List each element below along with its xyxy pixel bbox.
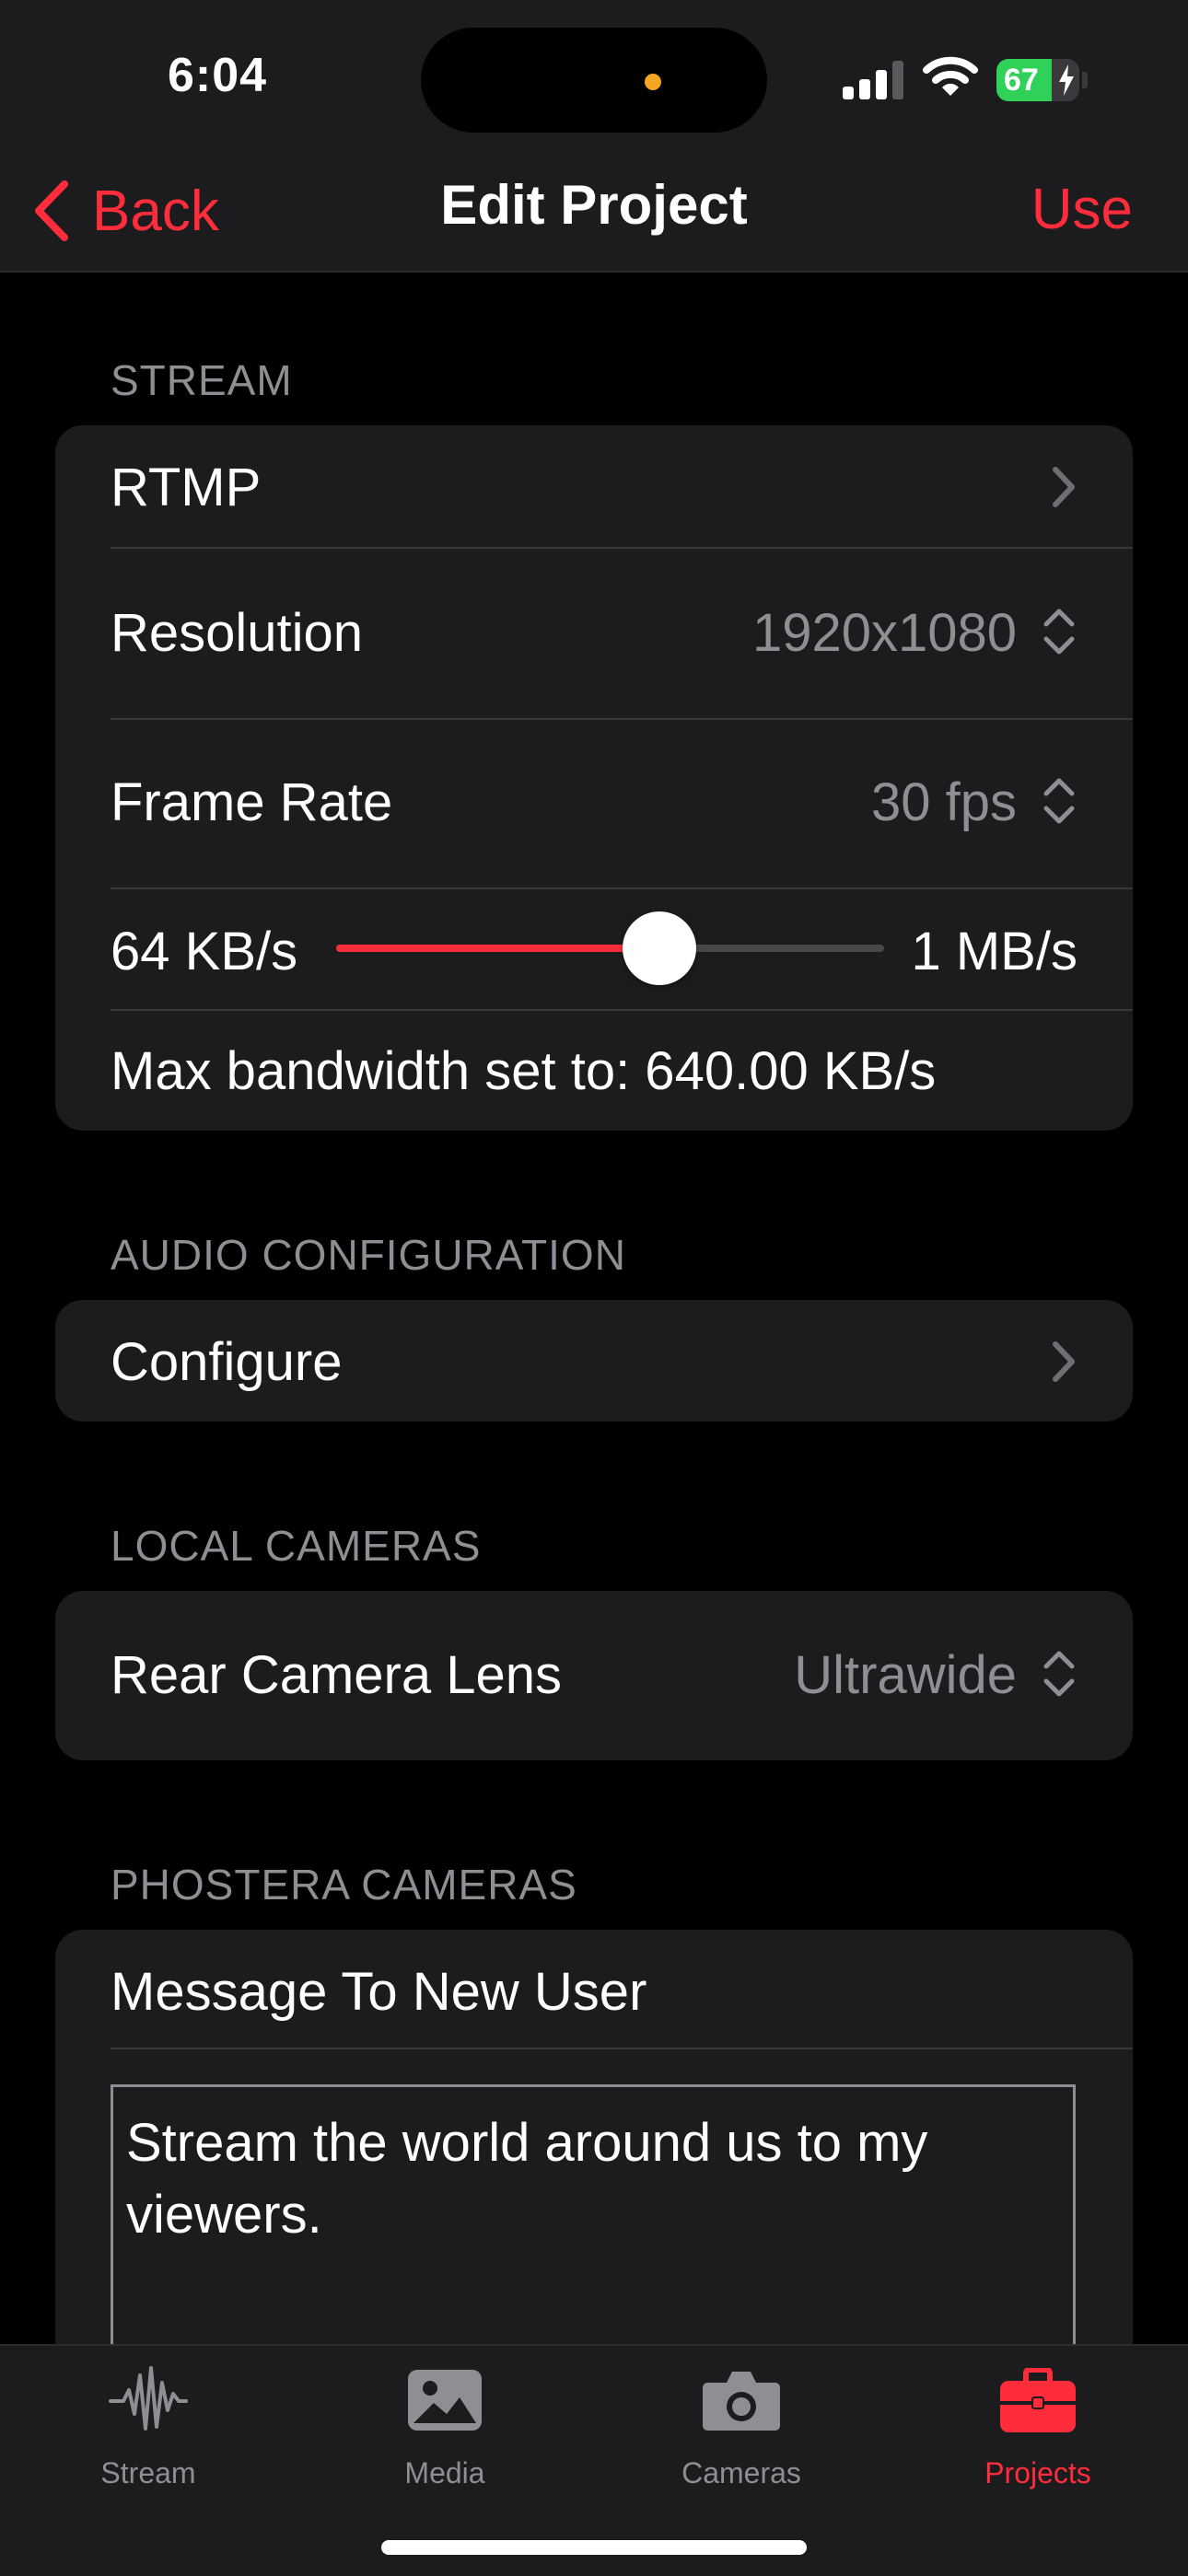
dynamic-island: [421, 28, 767, 133]
battery-icon: 67: [996, 59, 1079, 101]
battery-nub: [1082, 72, 1088, 88]
tab-cameras[interactable]: Cameras: [593, 2346, 890, 2493]
resolution-row[interactable]: Resolution 1920x1080: [55, 549, 1133, 718]
frame-rate-row[interactable]: Frame Rate 30 fps: [55, 720, 1133, 888]
section-header-local-cameras: LOCAL CAMERAS: [111, 1522, 482, 1570]
tab-label: Projects: [984, 2456, 1091, 2489]
chevron-up-down-icon: [1043, 1651, 1075, 1697]
audio-card: Configure: [55, 1300, 1133, 1421]
chevron-up-down-icon: [1043, 778, 1075, 824]
wifi-icon: [923, 56, 978, 96]
bandwidth-status-row: Max bandwidth set to: 640.00 KB/s: [55, 1011, 1133, 1131]
section-header-audio: AUDIO CONFIGURATION: [111, 1231, 626, 1279]
tab-projects[interactable]: Projects: [890, 2346, 1186, 2493]
rtmp-row[interactable]: RTMP: [55, 425, 1133, 547]
bandwidth-max-label: 1 MB/s: [911, 922, 1078, 981]
page-title: Edit Project: [440, 174, 748, 236]
chevron-right-icon: [1053, 467, 1075, 507]
rear-camera-lens-value: Ultrawide: [794, 1645, 1017, 1705]
configure-label: Configure: [111, 1332, 343, 1392]
bandwidth-status: Max bandwidth set to: 640.00 KB/s: [111, 1041, 937, 1101]
home-indicator: [381, 2540, 807, 2555]
waveform-icon: [109, 2366, 188, 2431]
photo-icon: [408, 2370, 482, 2431]
frame-rate-value: 30 fps: [871, 772, 1017, 832]
tab-stream[interactable]: Stream: [0, 2346, 297, 2493]
frame-rate-label: Frame Rate: [111, 772, 393, 832]
local-cameras-card: Rear Camera Lens Ultrawide: [55, 1591, 1133, 1760]
chevron-up-down-icon: [1043, 609, 1075, 655]
charging-bolt-icon: [1059, 64, 1074, 96]
divider: [111, 2048, 1133, 2049]
use-button[interactable]: Use: [1031, 177, 1133, 242]
slider-thumb[interactable]: [623, 911, 696, 985]
resolution-value: 1920x1080: [751, 603, 1017, 663]
rear-camera-lens-row[interactable]: Rear Camera Lens Ultrawide: [55, 1591, 1133, 1760]
rtmp-label: RTMP: [111, 458, 262, 517]
tab-label: Media: [404, 2456, 485, 2489]
privacy-indicator-dot: [645, 74, 661, 90]
bandwidth-min-label: 64 KB/s: [111, 922, 298, 981]
bandwidth-slider-row: 64 KB/s 1 MB/s: [55, 889, 1133, 1009]
cellular-signal-icon: [843, 61, 903, 99]
status-bar: 6:04 67: [0, 0, 1188, 147]
section-header-phostera-cameras: PHOSTERA CAMERAS: [111, 1861, 577, 1909]
message-textarea[interactable]: Stream the world around us to my viewers…: [111, 2084, 1076, 2379]
message-label: Message To New User: [111, 1962, 647, 2022]
status-time: 6:04: [168, 49, 268, 102]
camera-icon: [703, 2372, 780, 2431]
rear-camera-lens-label: Rear Camera Lens: [111, 1645, 562, 1705]
bandwidth-slider[interactable]: [336, 911, 884, 985]
message-row: Message To New User: [55, 1930, 1133, 2049]
navigation-bar: Back Edit Project Use: [0, 147, 1188, 273]
resolution-label: Resolution: [111, 603, 364, 663]
configure-row[interactable]: Configure: [55, 1300, 1133, 1421]
briefcase-icon: [1000, 2368, 1076, 2432]
stream-card: RTMP Resolution 1920x1080 Frame Rate 30 …: [55, 425, 1133, 1131]
tab-label: Cameras: [681, 2456, 801, 2489]
tab-media[interactable]: Media: [297, 2346, 593, 2493]
tab-label: Stream: [100, 2456, 196, 2489]
section-header-stream: STREAM: [111, 356, 293, 404]
slider-fill: [336, 945, 659, 952]
battery-level: 67: [1004, 63, 1039, 98]
chevron-right-icon: [1053, 1341, 1075, 1382]
